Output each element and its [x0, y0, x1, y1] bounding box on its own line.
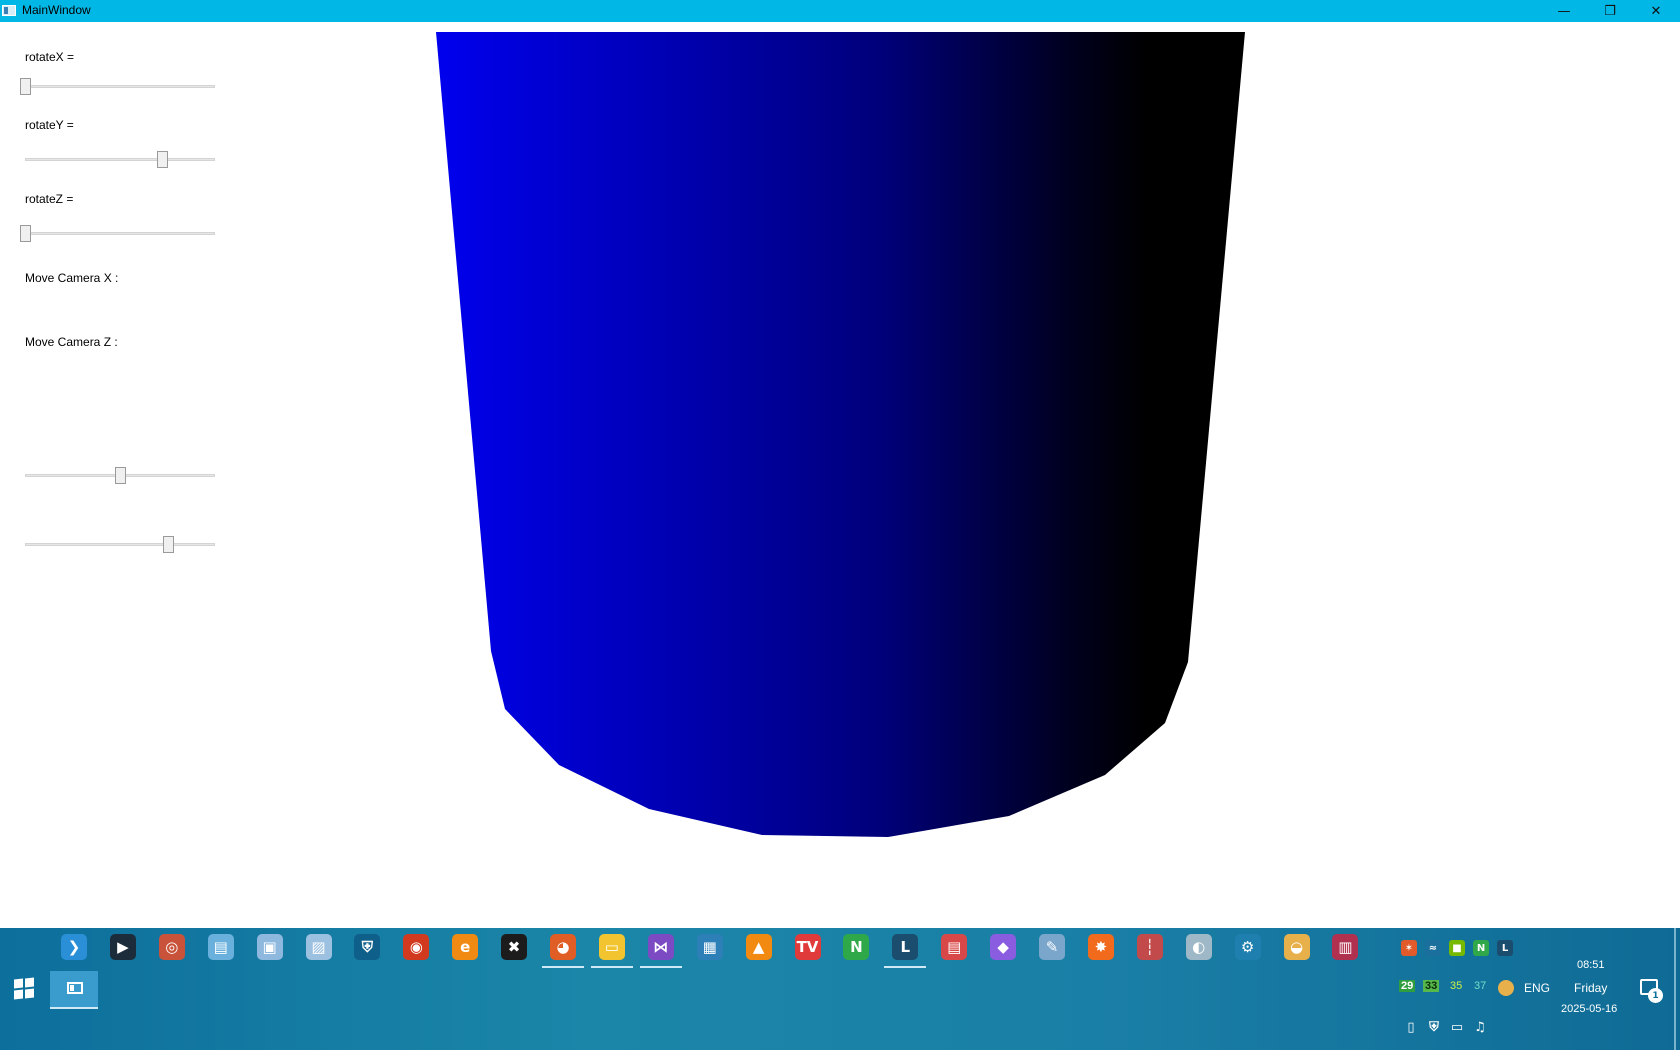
calculator-icon[interactable]: ▦ — [696, 934, 723, 960]
tray-nvidia-icon[interactable]: ■ — [1449, 940, 1465, 956]
move-camera-z-slider[interactable] — [25, 534, 215, 554]
thermometer-app-icon[interactable]: ┆ — [1136, 934, 1163, 960]
n-app-icon[interactable]: N — [843, 934, 870, 960]
tray-l-icon[interactable]: L — [1497, 940, 1513, 956]
vscode-icon[interactable]: ❯ — [61, 934, 87, 960]
tray-n-icon[interactable]: N — [1473, 940, 1489, 956]
rotate-z-thumb[interactable] — [20, 225, 31, 242]
rotate-z-slider[interactable] — [20, 223, 215, 243]
window-title: MainWindow — [22, 3, 91, 17]
tv-app-icon[interactable]: TV — [794, 934, 821, 960]
rotate-x-slider[interactable] — [20, 76, 215, 96]
tray-temp-3[interactable]: 35 — [1450, 980, 1462, 992]
rotate-x-track — [25, 85, 215, 88]
usb-icon[interactable]: ▯ — [1403, 1019, 1419, 1035]
clock-day[interactable]: Friday — [1574, 981, 1607, 995]
weather-icon[interactable]: ◒ — [1283, 934, 1310, 960]
action-center-button[interactable]: 1 — [1640, 979, 1663, 1003]
taskbar-mainwindow-button[interactable] — [50, 971, 98, 1009]
vlc-icon[interactable]: ▲ — [745, 934, 772, 960]
firefox-icon[interactable]: ◕ — [550, 934, 576, 960]
rotate-y-track — [25, 158, 215, 161]
maps-pin-icon[interactable]: ◆ — [990, 934, 1017, 960]
app-window-icon — [2, 5, 16, 16]
windows-logo-icon — [14, 978, 23, 989]
tray-weather-icon[interactable] — [1498, 980, 1514, 996]
cylinder-body — [436, 32, 1245, 837]
tray-app1-icon[interactable]: ✶ — [1401, 940, 1417, 956]
network-icon[interactable]: ▭ — [1449, 1019, 1465, 1035]
rotate-z-track — [25, 232, 215, 235]
xmind-icon[interactable]: ✖ — [501, 934, 528, 960]
restore-button[interactable]: ❐ — [1587, 0, 1633, 22]
language-indicator[interactable]: ENG — [1524, 981, 1550, 995]
cylinder-render — [436, 32, 1245, 837]
file-explorer-icon[interactable]: ▭ — [598, 934, 625, 960]
move-camera-z-track — [25, 543, 215, 546]
rotate-x-thumb[interactable] — [20, 78, 31, 95]
edge-legacy-icon[interactable]: e — [452, 934, 479, 960]
picture-viewer-icon[interactable]: ▣ — [256, 934, 283, 960]
rotate-z-label: rotateZ = — [25, 192, 74, 206]
tray-temp-2[interactable]: 33 — [1423, 980, 1440, 992]
paint-icon[interactable]: ✎ — [1039, 934, 1065, 960]
minimize-button[interactable]: — — [1541, 0, 1587, 22]
rotate-y-thumb[interactable] — [156, 151, 168, 168]
restore-icon: ❐ — [1604, 3, 1616, 19]
rotate-y-label: rotateY = — [25, 118, 74, 132]
clock-date[interactable]: 2025-05-16 — [1561, 1003, 1617, 1015]
tray-temp-1[interactable]: 29 — [1399, 980, 1416, 992]
app-window-icon — [67, 982, 83, 994]
flag-app-icon[interactable]: ▤ — [941, 934, 968, 960]
running-indicator — [590, 966, 633, 968]
close-button[interactable]: ✕ — [1633, 0, 1679, 22]
move-camera-x-label: Move Camera X : — [25, 271, 119, 285]
l-app-icon[interactable]: L — [892, 934, 919, 960]
defender-icon[interactable]: ⛨ — [1426, 1019, 1442, 1035]
security-shield-icon[interactable]: ⛨ — [354, 934, 381, 960]
clock-time[interactable]: 08:51 — [1577, 959, 1605, 971]
disc-app-icon[interactable]: ◐ — [1185, 934, 1212, 960]
archive-icon[interactable]: ▥ — [1332, 934, 1359, 960]
show-desktop-button[interactable] — [1674, 928, 1676, 1050]
tray-app2-icon[interactable]: ≈ — [1425, 940, 1441, 956]
minimize-icon: — — [1557, 3, 1571, 19]
notes-icon[interactable]: ▤ — [207, 934, 234, 960]
tray-temp-4[interactable]: 37 — [1474, 980, 1486, 992]
media-player-icon[interactable]: ▶ — [109, 934, 136, 960]
title-bar[interactable]: MainWindow — ❐ ✕ — [0, 0, 1680, 22]
image-viewer-icon[interactable]: ▨ — [305, 934, 332, 960]
running-indicator — [884, 966, 927, 968]
close-icon: ✕ — [1650, 3, 1662, 19]
visual-studio-icon[interactable]: ⋈ — [647, 934, 674, 960]
photo-editor-icon[interactable]: ✸ — [1087, 934, 1114, 960]
move-camera-z-label: Move Camera Z : — [25, 335, 118, 349]
globe-browser-icon[interactable]: ◎ — [158, 934, 185, 960]
rotate-y-slider[interactable] — [25, 149, 215, 169]
move-camera-z-thumb[interactable] — [162, 536, 174, 553]
render-viewport[interactable] — [0, 22, 1680, 928]
notification-count-badge: 1 — [1648, 988, 1663, 1003]
move-camera-x-thumb[interactable] — [115, 467, 126, 484]
rotate-x-label: rotateX = — [25, 50, 75, 64]
start-button[interactable] — [14, 977, 34, 1000]
settings-gear-icon[interactable]: ⚙ — [1234, 934, 1261, 960]
running-indicator — [542, 966, 584, 968]
move-camera-x-slider[interactable] — [25, 465, 215, 485]
record-icon[interactable]: ◉ — [403, 934, 430, 960]
volume-icon[interactable]: ♫ — [1472, 1019, 1488, 1035]
running-indicator — [639, 966, 682, 968]
